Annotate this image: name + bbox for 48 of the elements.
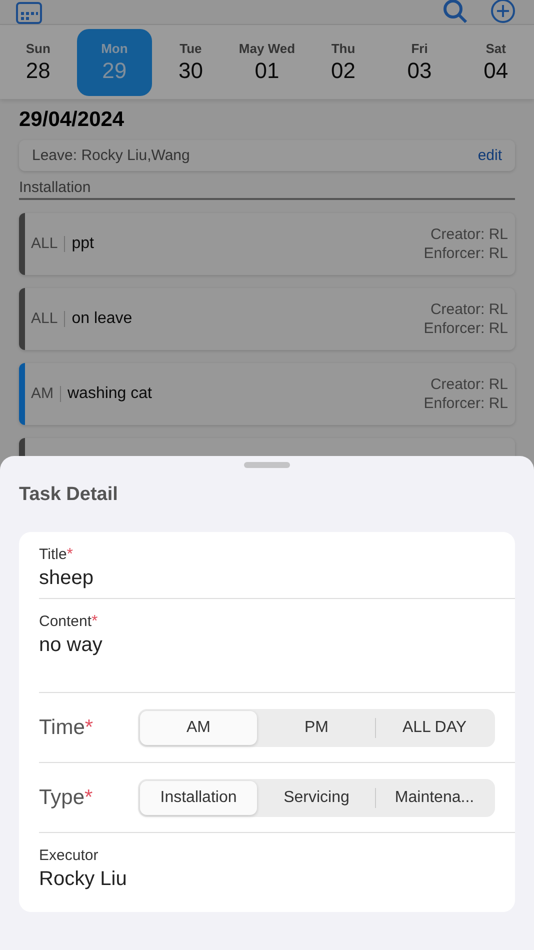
segment-option[interactable]: AM <box>140 710 257 744</box>
required-mark: * <box>66 546 74 563</box>
day-tab[interactable]: Thu 02 <box>306 28 380 96</box>
day-tab[interactable]: Sun 28 <box>1 28 76 96</box>
task-enforcer: Enforcer: RL <box>424 319 508 338</box>
task-enforcer: Enforcer: RL <box>424 244 508 263</box>
segment-option[interactable]: Maintena... <box>376 780 493 814</box>
input-field[interactable]: no way <box>39 634 515 684</box>
segment-option[interactable]: ALL DAY <box>376 710 493 744</box>
segment-option[interactable]: Servicing <box>258 780 375 814</box>
field-label: Title <box>39 546 67 563</box>
field-label: Content <box>39 613 92 630</box>
calendar-icon[interactable] <box>16 0 42 24</box>
task-card[interactable]: ALL ppt Creator: RL Enforcer: RL <box>19 213 515 275</box>
task-title: washing cat <box>68 385 153 403</box>
task-enforcer: Enforcer: RL <box>424 394 508 413</box>
task-creator: Creator: RL <box>430 225 508 244</box>
day-tab[interactable]: Fri 03 <box>382 28 457 96</box>
day-tab[interactable]: Tue 30 <box>154 28 228 96</box>
field-label: Executor <box>39 847 98 864</box>
task-title: ppt <box>72 235 95 253</box>
input-field[interactable]: sheep <box>39 567 515 590</box>
leave-text: Leave: Rocky Liu,Wang <box>32 147 190 164</box>
edit-link[interactable]: edit <box>478 147 502 164</box>
task-period: ALL <box>31 236 65 252</box>
date-title: 29/04/2024 <box>19 108 126 132</box>
task-period: ALL <box>31 311 65 327</box>
segment-option[interactable]: PM <box>258 710 375 744</box>
task-period: AM <box>31 386 60 402</box>
required-mark: * <box>92 613 98 630</box>
task-creator: Creator: RL <box>430 375 508 394</box>
day-tab[interactable]: Sat 04 <box>458 28 533 96</box>
field-label: Type <box>39 786 85 808</box>
segment-option[interactable]: Installation <box>140 780 257 814</box>
add-icon[interactable] <box>490 0 516 24</box>
drag-handle[interactable] <box>244 462 290 468</box>
required-mark: * <box>84 716 94 738</box>
sheet-title: Task Detail <box>19 484 119 506</box>
task-creator: Creator: RL <box>430 300 508 319</box>
search-icon[interactable] <box>442 0 468 24</box>
day-tab[interactable]: May Wed 01 <box>230 28 304 96</box>
section-header: Installation <box>19 179 515 200</box>
input-field[interactable]: Rocky Liu <box>39 868 515 891</box>
field-label: Time <box>39 716 85 738</box>
task-card[interactable]: ALL on leave Creator: RL Enforcer: RL <box>19 288 515 350</box>
task-card[interactable]: AM washing cat Creator: RL Enforcer: RL <box>19 363 515 425</box>
required-mark: * <box>84 786 93 808</box>
task-title: on leave <box>72 310 134 328</box>
